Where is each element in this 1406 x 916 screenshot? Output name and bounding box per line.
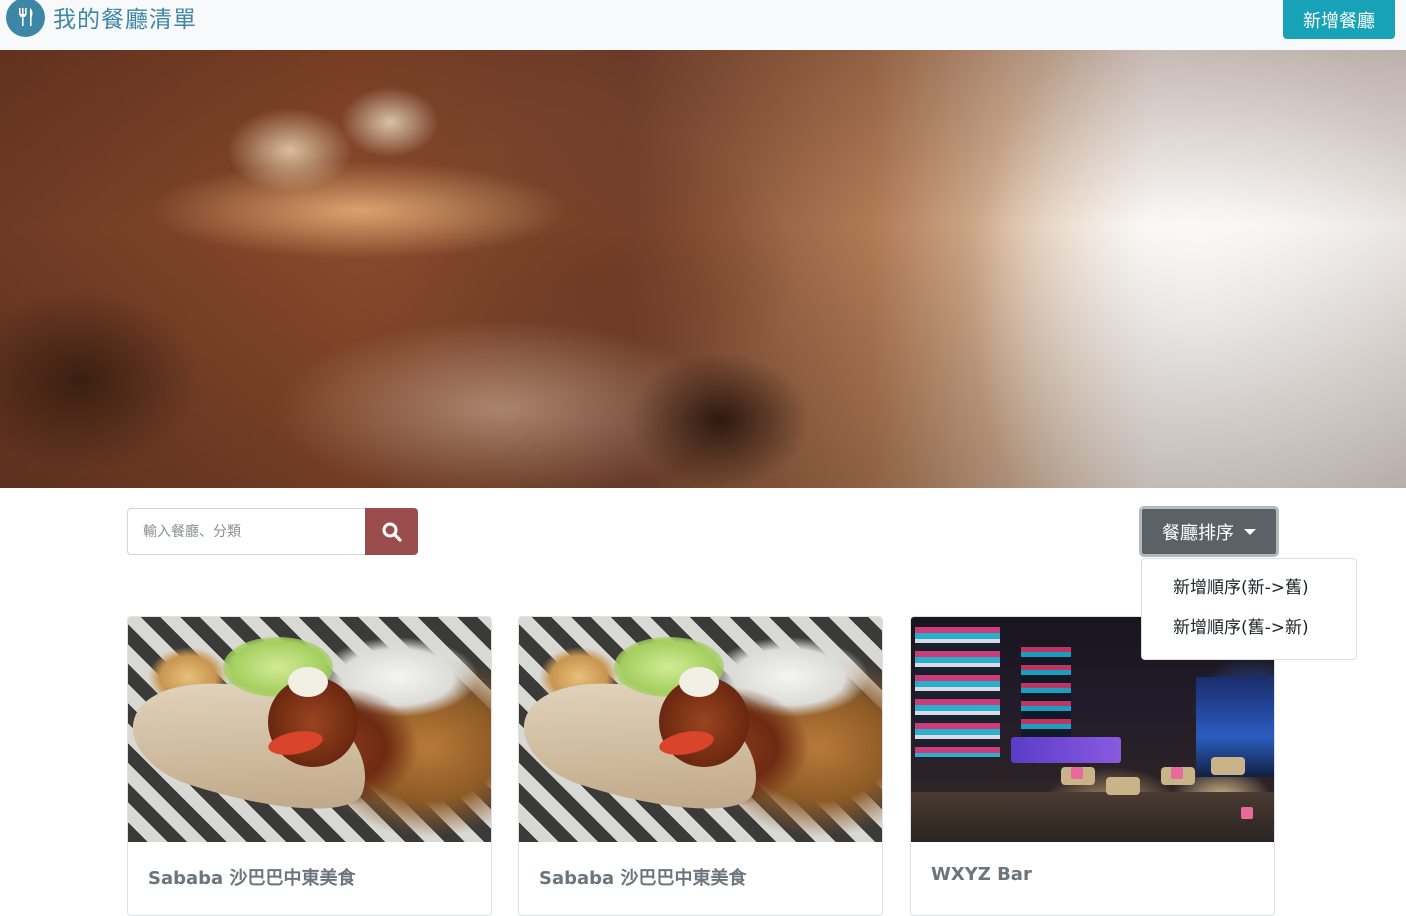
sort-dropdown-button[interactable]: 餐廳排序: [1139, 506, 1279, 557]
restaurant-image: [519, 617, 882, 842]
search-icon: [382, 522, 402, 542]
brand-title: 我的餐廳清單: [53, 7, 197, 33]
restaurant-name: Sababa 沙巴巴中東美食: [148, 868, 356, 889]
restaurant-name: WXYZ Bar: [931, 864, 1032, 885]
sort-option-new-to-old[interactable]: 新增順序(新->舊): [1142, 573, 1356, 613]
restaurant-name: Sababa 沙巴巴中東美食: [539, 868, 747, 889]
search-button[interactable]: [365, 508, 418, 555]
sort-option-old-to-new[interactable]: 新增順序(舊->新): [1142, 613, 1356, 653]
restaurant-card[interactable]: Sababa 沙巴巴中東美食: [518, 616, 883, 916]
restaurant-card[interactable]: Sababa 沙巴巴中東美食: [127, 616, 492, 916]
navbar: 我的餐廳清單 新增餐廳: [0, 0, 1406, 50]
sort-dropdown-menu: 新增順序(新->舊) 新增順序(舊->新): [1141, 558, 1357, 660]
restaurant-image: [128, 617, 491, 842]
hero-banner: [0, 50, 1406, 488]
sort-label: 餐廳排序: [1162, 522, 1234, 544]
restaurant-card[interactable]: WXYZ Bar: [910, 616, 1275, 916]
add-restaurant-button[interactable]: 新增餐廳: [1283, 0, 1395, 39]
search-input[interactable]: [127, 508, 366, 555]
fork-knife-icon: [6, 0, 45, 37]
brand[interactable]: 我的餐廳清單: [6, 0, 197, 37]
caret-down-icon: [1244, 528, 1256, 535]
